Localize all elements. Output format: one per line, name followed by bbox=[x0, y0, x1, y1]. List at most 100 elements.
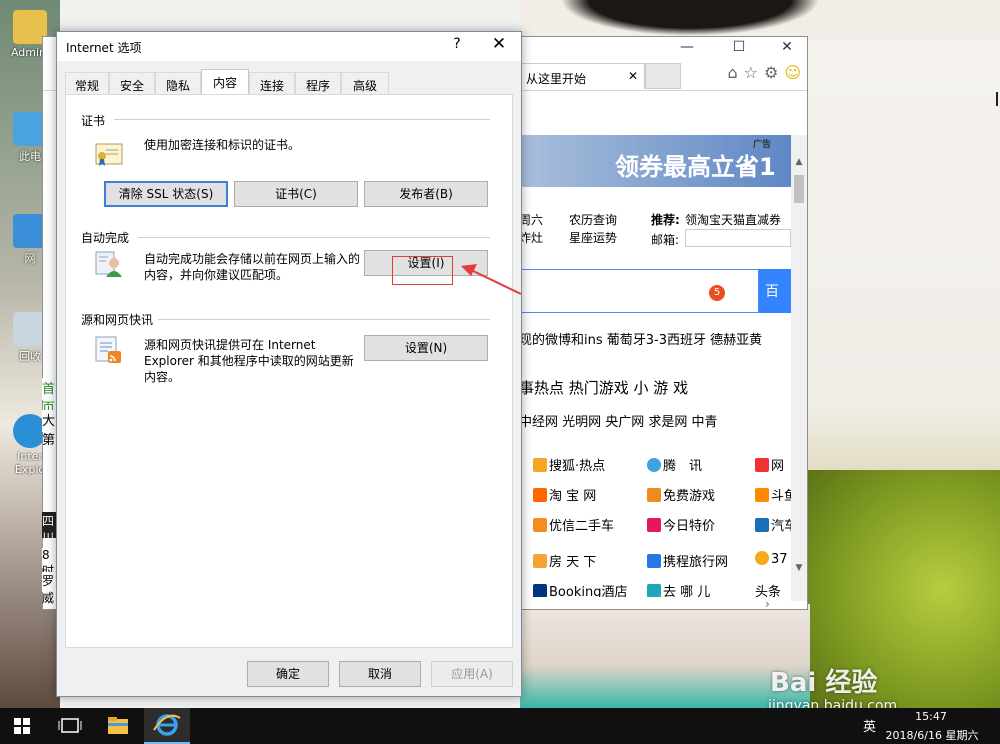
scroll-up-icon[interactable]: ▲ bbox=[791, 157, 807, 167]
site-link-auto[interactable]: 汽车 bbox=[755, 515, 791, 534]
feeds-settings-button[interactable]: 设置(N) bbox=[364, 335, 488, 361]
tab-advanced[interactable]: 高级 bbox=[341, 72, 389, 94]
ie-toolbar-icons: ⌂ ☆ ⚙ ☺ bbox=[721, 63, 801, 82]
desktop-icon-label: 回收 bbox=[19, 350, 41, 363]
highlight-box bbox=[392, 256, 453, 285]
nav-row-1[interactable]: 事热点 热门游戏 小 游 戏 bbox=[519, 377, 688, 398]
feeds-description-line3: 内容。 bbox=[144, 370, 181, 384]
home-icon[interactable]: ⌂ bbox=[727, 63, 737, 82]
favorites-star-icon[interactable]: ☆ bbox=[744, 63, 758, 82]
site-link-qunar[interactable]: 去 哪 儿 bbox=[647, 581, 710, 597]
tab-general[interactable]: 常规 bbox=[65, 72, 109, 94]
site-link-37[interactable]: 37 bbox=[755, 551, 788, 567]
scrollbar-thumb[interactable] bbox=[794, 175, 804, 203]
ie-new-tab-button[interactable] bbox=[645, 63, 681, 89]
search-button[interactable]: 百 bbox=[759, 269, 791, 313]
gear-icon[interactable]: ⚙ bbox=[764, 63, 778, 82]
site-label: Booking酒店 bbox=[549, 585, 628, 597]
ok-button[interactable]: 确定 bbox=[247, 661, 329, 687]
desktop-icon-label: 此电 bbox=[19, 150, 41, 163]
tab-close-icon[interactable]: ✕ bbox=[628, 69, 638, 83]
ie-tab-home[interactable]: 从这里开始 ✕ bbox=[521, 63, 645, 89]
autocomplete-heading: 自动完成 bbox=[81, 231, 130, 245]
site-label: 腾 讯 bbox=[663, 459, 703, 474]
tab-content[interactable]: 内容 bbox=[201, 69, 249, 95]
ie-page-content: 领券最高立省1 广告 ✕ 周六 农历查询 推荐: 领淘宝天猫直减券 炸灶 星座运… bbox=[519, 135, 791, 597]
windows-logo-icon bbox=[14, 718, 30, 734]
vertical-scrollbar[interactable]: ▲ ▼ bbox=[791, 135, 807, 601]
content-tab-panel: 证书 使用加密连接和标识的证书。 清除 SSL 状态(S) 证书(C) 发布者(… bbox=[65, 94, 513, 648]
nav-row-2[interactable]: 中经网 光明网 央广网 求是网 中青 bbox=[519, 411, 718, 430]
ad-close-icon[interactable]: ✕ bbox=[741, 155, 756, 176]
wallpaper-bottom bbox=[520, 604, 810, 708]
minimize-icon[interactable]: — bbox=[673, 39, 701, 55]
news-ticker[interactable]: 现的微博和ins 葡萄牙3-3西班牙 德赫亚黄 bbox=[519, 329, 762, 348]
scroll-right-icon[interactable]: › bbox=[765, 597, 770, 611]
site-label: 去 哪 儿 bbox=[663, 585, 711, 597]
file-explorer-button[interactable] bbox=[96, 708, 140, 744]
site-link-games[interactable]: 免费游戏 bbox=[647, 485, 715, 504]
certificates-button[interactable]: 证书(C) bbox=[234, 181, 358, 207]
certificates-heading: 证书 bbox=[81, 114, 106, 128]
link-horoscope[interactable]: 星座运势 bbox=[569, 229, 617, 246]
link-lunar[interactable]: 农历查询 bbox=[569, 211, 617, 228]
site-link-deals[interactable]: 今日特价 bbox=[647, 515, 715, 534]
site-link-youxin[interactable]: 优信二手车 bbox=[533, 515, 614, 534]
close-icon[interactable]: ✕ bbox=[773, 39, 801, 55]
link-item[interactable]: 炸灶 bbox=[519, 229, 543, 246]
clock-time[interactable]: 15:47 bbox=[876, 710, 986, 723]
tab-connections[interactable]: 连接 bbox=[249, 72, 295, 94]
ad-banner[interactable]: 领券最高立省1 广告 ✕ bbox=[519, 135, 791, 187]
ie-taskbar-button[interactable] bbox=[144, 708, 190, 744]
site-label: 头条 bbox=[755, 585, 782, 597]
site-link-taobao[interactable]: 淘 宝 网 bbox=[533, 485, 596, 504]
sohu-icon bbox=[533, 458, 547, 472]
file-explorer-icon bbox=[108, 717, 128, 734]
feeds-description-line1: 源和网页快讯提供可在 Internet bbox=[144, 338, 316, 352]
maximize-icon[interactable]: ☐ bbox=[725, 39, 753, 55]
ad-label: 广告 bbox=[752, 140, 771, 150]
clock-date[interactable]: 2018/6/16 星期六 bbox=[872, 727, 992, 743]
douyu-icon bbox=[755, 488, 769, 502]
publishers-button[interactable]: 发布者(B) bbox=[364, 181, 488, 207]
apply-button[interactable]: 应用(A) bbox=[431, 661, 513, 687]
site-label: 汽车 bbox=[771, 519, 791, 534]
scroll-down-icon[interactable]: ▼ bbox=[791, 563, 807, 573]
tab-security[interactable]: 安全 bbox=[109, 72, 155, 94]
tencent-icon bbox=[647, 458, 661, 472]
smiley-feedback-icon[interactable]: ☺ bbox=[784, 63, 801, 82]
mail-input[interactable] bbox=[685, 229, 791, 247]
site-link-fang[interactable]: 房 天 下 bbox=[533, 551, 596, 570]
cancel-button[interactable]: 取消 bbox=[339, 661, 421, 687]
site-link-booking[interactable]: Booking酒店 bbox=[533, 581, 627, 597]
link-recommend[interactable]: 领淘宝天猫直减券 bbox=[685, 211, 781, 228]
deals-icon bbox=[647, 518, 661, 532]
site-link-tencent[interactable]: 腾 讯 bbox=[647, 455, 702, 474]
tab-privacy[interactable]: 隐私 bbox=[155, 72, 201, 94]
site-label: 今日特价 bbox=[663, 519, 716, 534]
site-link-3[interactable]: 网 bbox=[755, 455, 784, 474]
wallpaper-hair bbox=[560, 0, 820, 36]
start-button[interactable] bbox=[0, 708, 44, 744]
ie-icon bbox=[153, 714, 181, 736]
site-label: 斗鱼 bbox=[771, 489, 791, 504]
tab-programs[interactable]: 程序 bbox=[295, 72, 341, 94]
site-link-douyu[interactable]: 斗鱼 bbox=[755, 485, 791, 504]
close-icon[interactable]: ✕ bbox=[489, 34, 509, 54]
game-37-icon bbox=[755, 551, 769, 565]
site-link-toutiao[interactable]: 头条 bbox=[755, 581, 781, 597]
site-link-ctrip[interactable]: 携程旅行网 bbox=[647, 551, 728, 570]
link-weekday[interactable]: 周六 bbox=[519, 211, 543, 228]
clear-ssl-state-button[interactable]: 清除 SSL 状态(S) bbox=[104, 181, 228, 207]
site-icon bbox=[755, 458, 769, 472]
help-icon[interactable]: ? bbox=[447, 36, 467, 52]
site-label: 37 bbox=[771, 552, 788, 567]
site-link-sohu[interactable]: 搜狐·热点 bbox=[533, 455, 605, 474]
task-view-button[interactable] bbox=[48, 708, 92, 744]
recommend-label: 推荐: bbox=[651, 213, 680, 227]
text-cursor bbox=[996, 92, 998, 106]
feeds-icon bbox=[94, 335, 124, 365]
site-label: 携程旅行网 bbox=[663, 555, 729, 570]
ie-tab-label: 从这里开始 bbox=[526, 72, 587, 86]
autocomplete-user-icon bbox=[94, 249, 124, 279]
